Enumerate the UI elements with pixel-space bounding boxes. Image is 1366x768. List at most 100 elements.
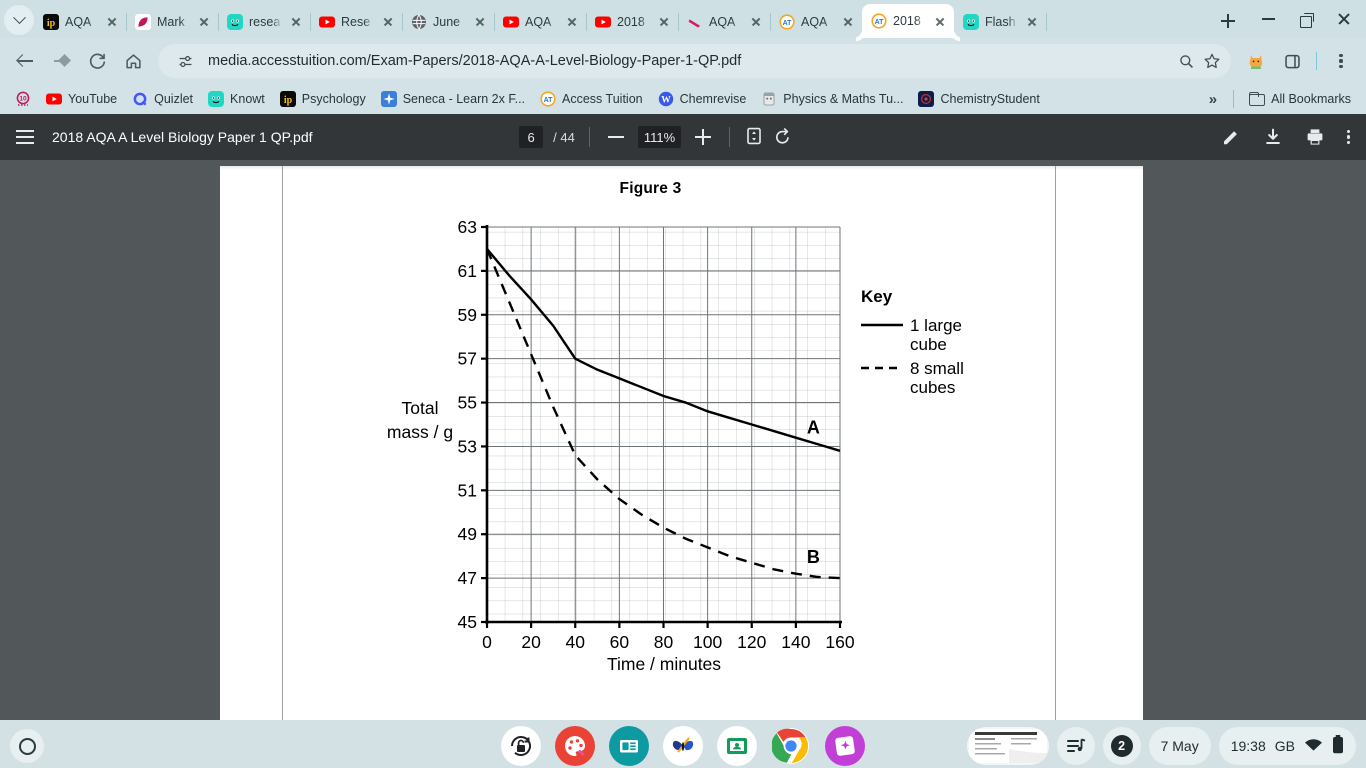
minimize-button[interactable] (1250, 4, 1286, 34)
pdf-viewer-canvas[interactable]: Figure 3 45 47 49 51 53 55 57 59 61 63 0 20 40 60 80 1… (0, 160, 1366, 720)
back-button[interactable] (8, 44, 42, 78)
browser-tab-6[interactable]: 2018 (586, 5, 679, 38)
lock-rotation-icon (511, 736, 531, 756)
bookmark-label: Physics & Maths Tu... (783, 92, 904, 106)
download-button[interactable] (1263, 127, 1283, 147)
svg-text:60: 60 (610, 632, 630, 652)
print-button[interactable] (1305, 127, 1325, 147)
svg-text:W: W (661, 96, 671, 106)
swoosh-icon (687, 14, 703, 30)
tab-close-button[interactable] (196, 14, 212, 30)
pencil-icon (1223, 131, 1237, 145)
browser-tab-5[interactable]: AQA (494, 5, 587, 38)
browser-tab-0[interactable]: ip AQA (34, 5, 127, 38)
date-tray-button[interactable]: 7 May (1148, 727, 1211, 765)
window-thumbnail[interactable] (966, 727, 1049, 765)
zoom-out-button[interactable] (604, 125, 628, 149)
tab-close-button[interactable] (288, 14, 304, 30)
news-app[interactable] (609, 726, 649, 766)
tab-search-button[interactable] (4, 5, 34, 35)
bookmark-label: Psychology (301, 92, 366, 106)
gemini-app[interactable] (825, 726, 865, 766)
ip-icon: ip (279, 91, 296, 107)
bookmark-item-3[interactable]: Knowt (201, 88, 272, 110)
bookmark-item-0[interactable]: 10 (8, 88, 38, 110)
bookmark-item-7[interactable]: W Chemrevise (651, 88, 754, 110)
butterfly-app[interactable] (663, 726, 703, 766)
rotate-button[interactable] (774, 126, 794, 149)
pdf-more-button[interactable] (1346, 129, 1350, 145)
bookmark-star-icon[interactable] (1199, 48, 1225, 74)
tab-close-button[interactable] (564, 14, 580, 30)
browser-tab-8[interactable]: AT AQA (770, 5, 863, 38)
extension-icon[interactable] (1239, 44, 1273, 78)
status-tray-button[interactable]: 19:38 GB (1218, 727, 1356, 765)
pdf-sidebar-toggle[interactable] (16, 130, 34, 144)
tab-close-button[interactable] (380, 14, 396, 30)
browser-tab-10[interactable]: Flash (954, 5, 1047, 38)
paint-app[interactable] (555, 726, 595, 766)
window-controls (1242, 4, 1362, 34)
pdf-toolbar-divider-2 (729, 127, 731, 147)
page-number-input[interactable]: 6 (519, 126, 544, 148)
close-window-button[interactable] (1326, 4, 1362, 34)
browser-tab-3[interactable]: Rese (310, 5, 403, 38)
home-button[interactable] (116, 44, 150, 78)
lock-rotation-app[interactable] (501, 726, 541, 766)
svg-text:AT: AT (783, 20, 793, 27)
tab-close-button[interactable] (932, 13, 948, 29)
folder-icon (1249, 91, 1266, 107)
access-tuition-icon: AT (540, 91, 556, 107)
notifications-button[interactable]: 2 (1102, 727, 1141, 765)
bookmark-label: YouTube (68, 92, 118, 106)
bookmarks-bar: 10 YouTube Quizlet Knowt ip Psychology Seneca … (0, 84, 1366, 114)
tab-close-button[interactable] (748, 14, 764, 30)
browser-menu-button[interactable] (1324, 44, 1358, 78)
svg-text:45: 45 (458, 612, 477, 632)
maximize-button[interactable] (1288, 4, 1324, 34)
new-tab-button[interactable] (1214, 7, 1242, 35)
tab-close-button[interactable] (104, 14, 120, 30)
launcher-button[interactable] (10, 729, 44, 763)
bookmark-item-6[interactable]: AT Access Tuition (533, 88, 650, 110)
tab-close-button[interactable] (656, 14, 672, 30)
bookmark-item-9[interactable]: ChemistryStudent (911, 88, 1046, 110)
reload-button[interactable] (80, 44, 114, 78)
tab-close-button[interactable] (472, 14, 488, 30)
knowt-icon (963, 13, 979, 30)
svg-text:140: 140 (781, 632, 810, 652)
bookmark-label: ChemistryStudent (940, 92, 1040, 106)
browser-tab-4[interactable]: June (402, 5, 495, 38)
site-settings-icon[interactable] (172, 48, 198, 74)
pdf-toolbar-divider (588, 127, 590, 147)
bookmark-item-8[interactable]: Physics & Maths Tu... (754, 88, 910, 110)
tab-close-button[interactable] (1024, 14, 1040, 30)
media-controls-button[interactable] (1056, 727, 1095, 765)
tab-close-button[interactable] (840, 14, 856, 30)
svg-text:63: 63 (458, 217, 477, 237)
bookmark-item-2[interactable]: Quizlet (125, 88, 200, 110)
all-bookmarks-button[interactable]: All Bookmarks (1242, 88, 1358, 110)
bookmark-item-1[interactable]: YouTube (39, 88, 124, 110)
zoom-indicator-icon[interactable] (1173, 48, 1199, 74)
bookmarks-overflow-button[interactable]: » (1201, 91, 1225, 108)
pdf-page-controls: 6 / 44 111% (519, 125, 794, 149)
zoom-level-value[interactable]: 111% (637, 126, 682, 148)
chrome-app[interactable] (771, 726, 811, 766)
annotate-button[interactable] (1221, 127, 1241, 147)
pmt-icon (761, 91, 777, 107)
browser-tab-7[interactable]: AQA (678, 5, 771, 38)
side-panel-button[interactable] (1275, 44, 1309, 78)
fit-to-page-button[interactable] (744, 126, 764, 149)
google-classroom-app[interactable] (717, 726, 757, 766)
svg-text:cubes: cubes (910, 378, 955, 397)
forward-button[interactable] (44, 44, 78, 78)
bookmark-item-4[interactable]: ip Psychology (273, 88, 373, 110)
browser-tab-2[interactable]: resea (218, 5, 311, 38)
bookmark-item-5[interactable]: Seneca - Learn 2x F... (374, 88, 532, 110)
minimize-icon (1261, 18, 1275, 20)
browser-tab-9[interactable]: AT 2018 (862, 4, 954, 38)
browser-tab-1[interactable]: Mark (126, 5, 219, 38)
zoom-in-button[interactable] (691, 125, 715, 149)
address-bar[interactable]: media.accesstuition.com/Exam-Papers/2018… (158, 44, 1231, 78)
